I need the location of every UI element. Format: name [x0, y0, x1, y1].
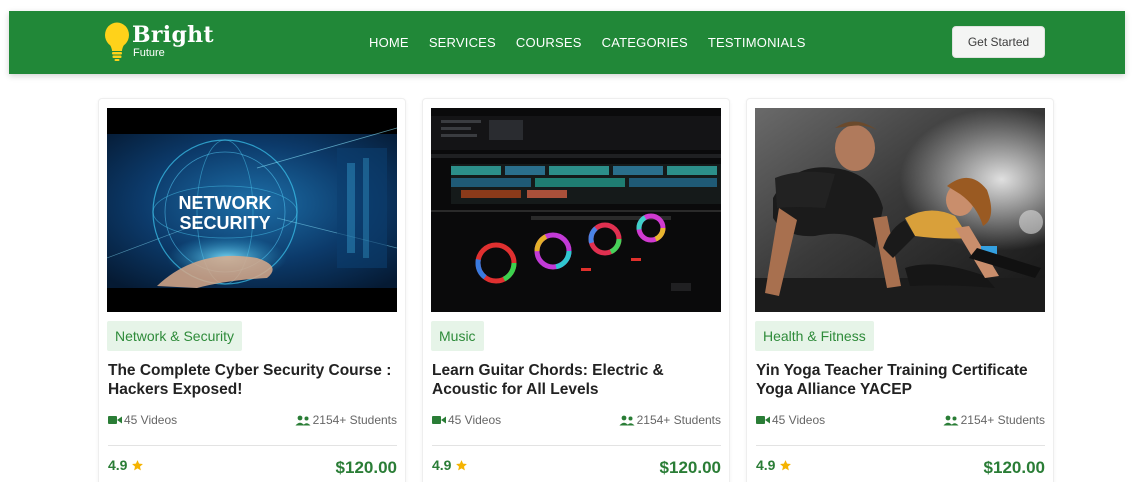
course-title[interactable]: Yin Yoga Teacher Training Certificate Yo…	[756, 361, 1048, 399]
card-divider	[108, 445, 397, 446]
video-count: 45 Videos	[756, 413, 825, 427]
course-image-health-fitness[interactable]	[755, 108, 1045, 312]
page: Bright Future HOME SERVICES COURSES CATE…	[0, 0, 1134, 482]
course-image-network-security[interactable]: NETWORK SECURITY	[107, 108, 397, 312]
course-card[interactable]: Music Learn Guitar Chords: Electric & Ac…	[422, 98, 730, 482]
image-text-line-2: SECURITY	[179, 213, 270, 233]
main-nav: HOME SERVICES COURSES CATEGORIES TESTIMO…	[369, 11, 806, 74]
course-meta: 45 Videos 2154+ Students	[432, 413, 721, 429]
video-count: 45 Videos	[108, 413, 177, 427]
nav-categories[interactable]: CATEGORIES	[602, 35, 688, 50]
users-icon	[295, 415, 311, 425]
course-price: $120.00	[659, 458, 721, 477]
video-camera-icon	[756, 416, 770, 424]
video-count: 45 Videos	[432, 413, 501, 427]
course-card[interactable]: Health & Fitness Yin Yoga Teacher Traini…	[746, 98, 1054, 482]
course-meta: 45 Videos 2154+ Students	[756, 413, 1045, 429]
student-count: 2154+ Students	[619, 413, 721, 427]
student-count-label: 2154+ Students	[960, 413, 1045, 427]
course-card[interactable]: NETWORK SECURITY Network & Security The …	[98, 98, 406, 482]
video-camera-icon	[432, 416, 446, 424]
get-started-button[interactable]: Get Started	[952, 26, 1045, 58]
student-count-label: 2154+ Students	[312, 413, 397, 427]
course-rating: 4.9	[108, 457, 144, 473]
course-title[interactable]: The Complete Cyber Security Course : Hac…	[108, 361, 400, 399]
image-text-line-1: NETWORK	[179, 193, 272, 213]
nav-testimonials[interactable]: TESTIMONIALS	[708, 35, 806, 50]
navbar: Bright Future HOME SERVICES COURSES CATE…	[9, 11, 1125, 74]
course-title[interactable]: Learn Guitar Chords: Electric & Acoustic…	[432, 361, 724, 399]
student-count-label: 2154+ Students	[636, 413, 721, 427]
rating-value: 4.9	[108, 457, 128, 473]
nav-home[interactable]: HOME	[369, 35, 409, 50]
users-icon	[619, 415, 635, 425]
lightbulb-icon	[105, 22, 129, 61]
course-rating: 4.9	[756, 457, 792, 473]
nav-courses[interactable]: COURSES	[516, 35, 582, 50]
brand-subtitle: Future	[133, 47, 165, 59]
course-image-music[interactable]	[431, 108, 721, 312]
star-icon	[780, 459, 792, 470]
nav-services[interactable]: SERVICES	[429, 35, 496, 50]
users-icon	[943, 415, 959, 425]
category-tag[interactable]: Music	[431, 321, 484, 351]
rating-value: 4.9	[756, 457, 776, 473]
student-count: 2154+ Students	[295, 413, 397, 427]
course-meta: 45 Videos 2154+ Students	[108, 413, 397, 429]
course-price: $120.00	[983, 458, 1045, 477]
card-divider	[432, 445, 721, 446]
category-tag[interactable]: Network & Security	[107, 321, 243, 351]
video-count-label: 45 Videos	[448, 413, 502, 427]
course-rating: 4.9	[432, 457, 468, 473]
video-count-label: 45 Videos	[124, 413, 178, 427]
video-count-label: 45 Videos	[772, 413, 826, 427]
star-icon	[456, 459, 468, 470]
student-count: 2154+ Students	[943, 413, 1045, 427]
brand-logo[interactable]: Bright Future	[104, 20, 214, 64]
rating-value: 4.9	[432, 457, 452, 473]
card-divider	[756, 445, 1045, 446]
star-icon	[132, 459, 144, 470]
brand-name: Bright	[132, 22, 214, 48]
category-tag[interactable]: Health & Fitness	[755, 321, 874, 351]
course-price: $120.00	[335, 458, 397, 477]
video-camera-icon	[108, 416, 122, 424]
